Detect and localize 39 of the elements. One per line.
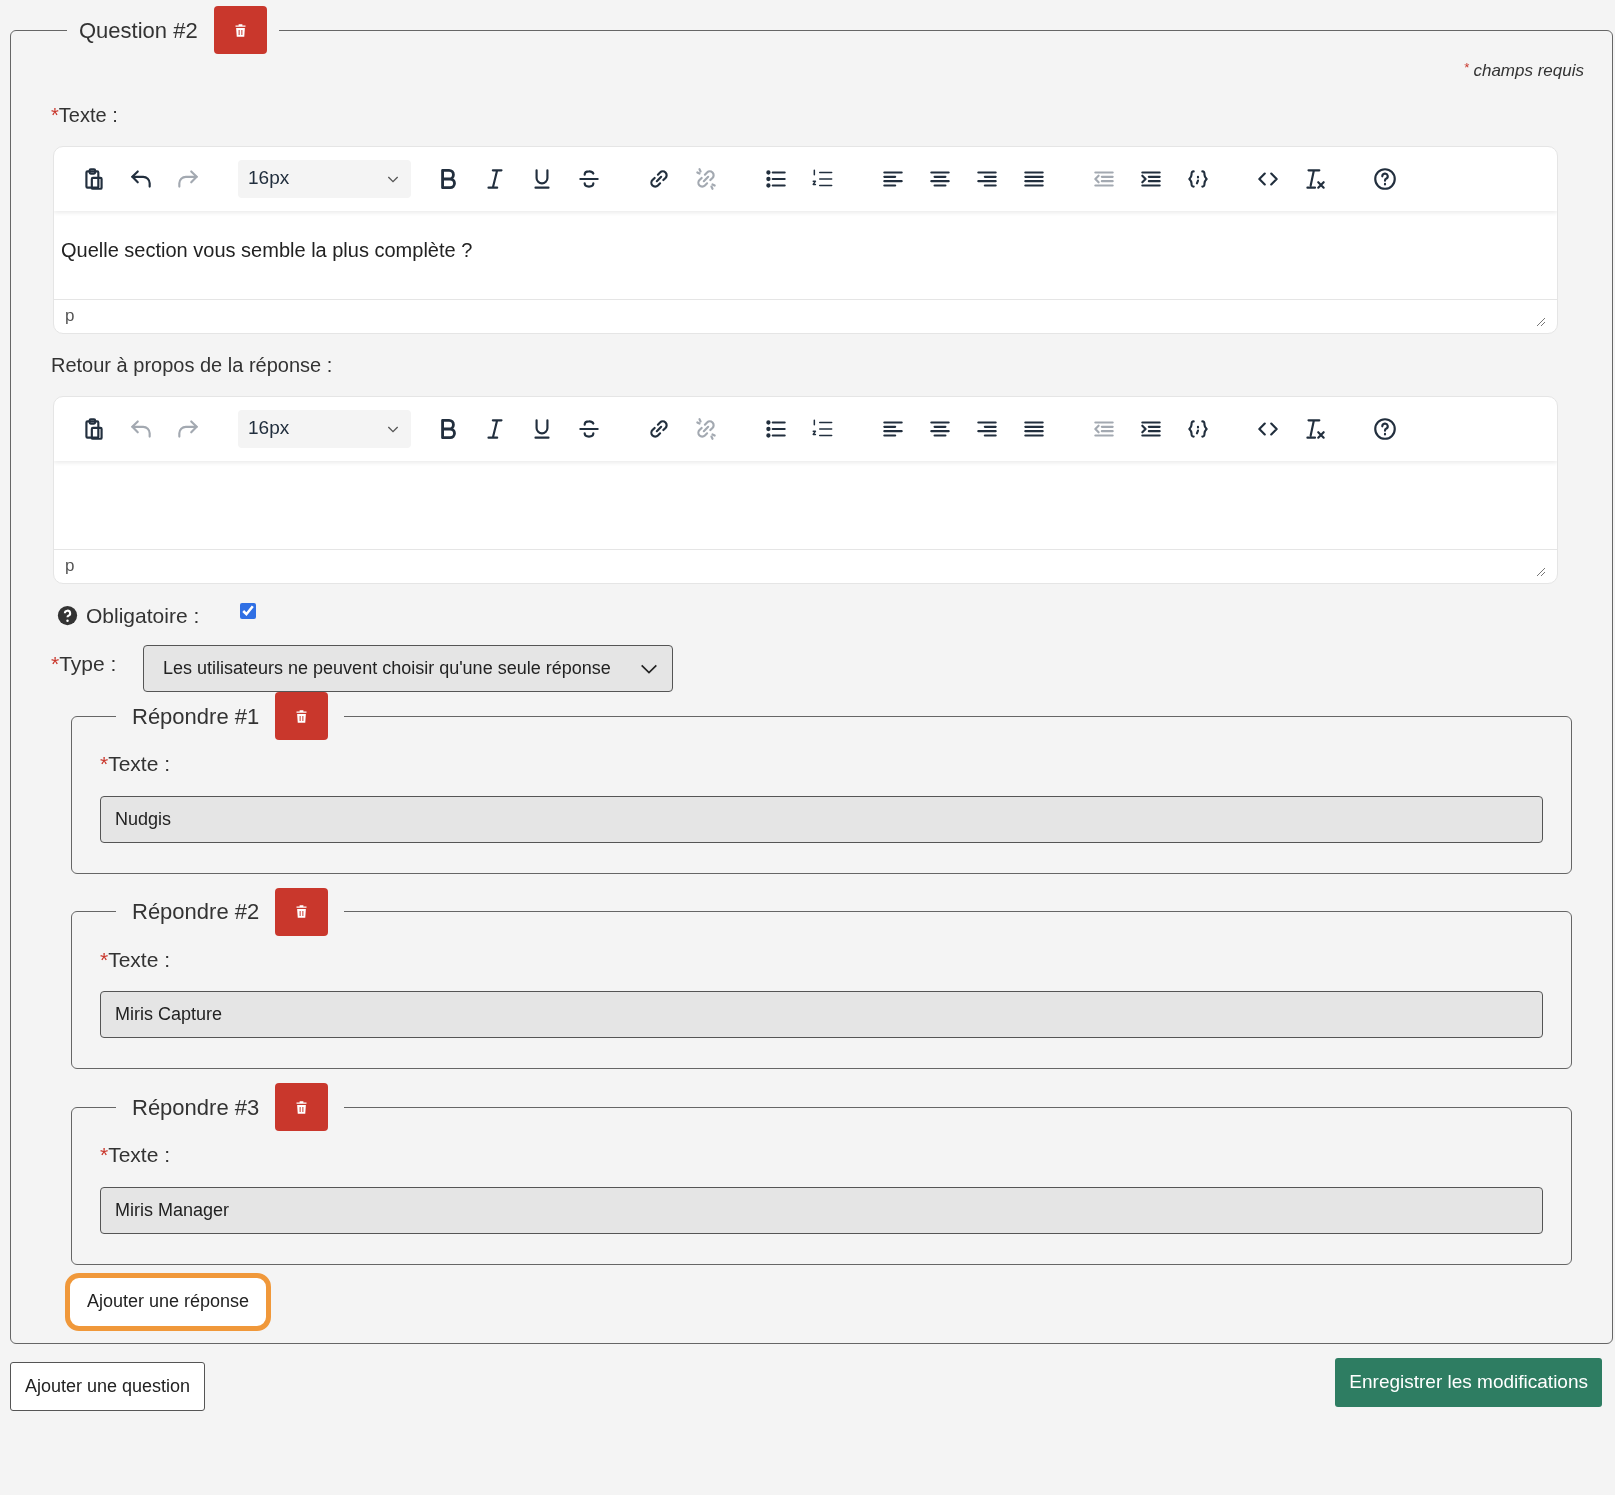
field-label: *Texte :: [100, 751, 172, 777]
font-size-dropdown[interactable]: 16px: [238, 159, 411, 198]
answer-title: Répondre #2: [132, 898, 260, 926]
delete-button[interactable]: [275, 692, 329, 740]
field-label: *Texte :: [100, 1142, 172, 1168]
field-label: *Texte :: [100, 946, 172, 973]
add-answer-button[interactable]: Ajouter une réponse: [65, 1272, 272, 1331]
trash-icon: [294, 708, 310, 724]
help-icon: [1372, 415, 1398, 442]
add-question-button[interactable]: Ajouter une question: [10, 1361, 206, 1411]
broken-link-icon: [693, 415, 719, 442]
required-note: * champs requis: [1463, 59, 1584, 82]
delete-button[interactable]: [275, 887, 329, 936]
element-path: p: [65, 305, 75, 328]
element-path: p: [65, 555, 75, 578]
save-button[interactable]: Enregistrer les modifications: [1335, 1357, 1602, 1407]
field-label: *Texte :: [51, 102, 119, 128]
resize-handle-icon[interactable]: [1536, 317, 1546, 327]
help-icon: [1372, 165, 1398, 192]
field-label: Retour à propos de la réponse :: [51, 352, 334, 378]
trash-icon: [294, 904, 310, 919]
field-label: Obligatoire :: [86, 602, 201, 629]
question-type-dropdown[interactable]: Les utilisateurs ne peuvent choisir qu'une seule réponse: [143, 645, 673, 692]
answer-title: Répondre #3: [132, 1093, 260, 1122]
broken-link-icon: [693, 165, 719, 192]
field-label: *Type :: [51, 650, 118, 677]
font-size-dropdown[interactable]: 16px: [238, 409, 411, 448]
question-title: Question #2: [79, 16, 198, 45]
answer-input[interactable]: Miris Manager: [100, 1186, 1543, 1234]
delete-button[interactable]: [275, 1083, 329, 1131]
trash-icon: [294, 1099, 310, 1115]
answer-input[interactable]: Miris Capture: [100, 991, 1543, 1038]
resize-handle-icon[interactable]: [1536, 567, 1546, 577]
answer-input[interactable]: Nudgis: [100, 795, 1543, 843]
mandatory-checkbox[interactable]: [240, 603, 256, 620]
editor-text: Quelle section vous semble la plus complète ?: [61, 238, 473, 261]
answer-title: Répondre #1: [132, 702, 260, 731]
help-icon: [57, 604, 78, 626]
delete-button[interactable]: [213, 6, 267, 54]
